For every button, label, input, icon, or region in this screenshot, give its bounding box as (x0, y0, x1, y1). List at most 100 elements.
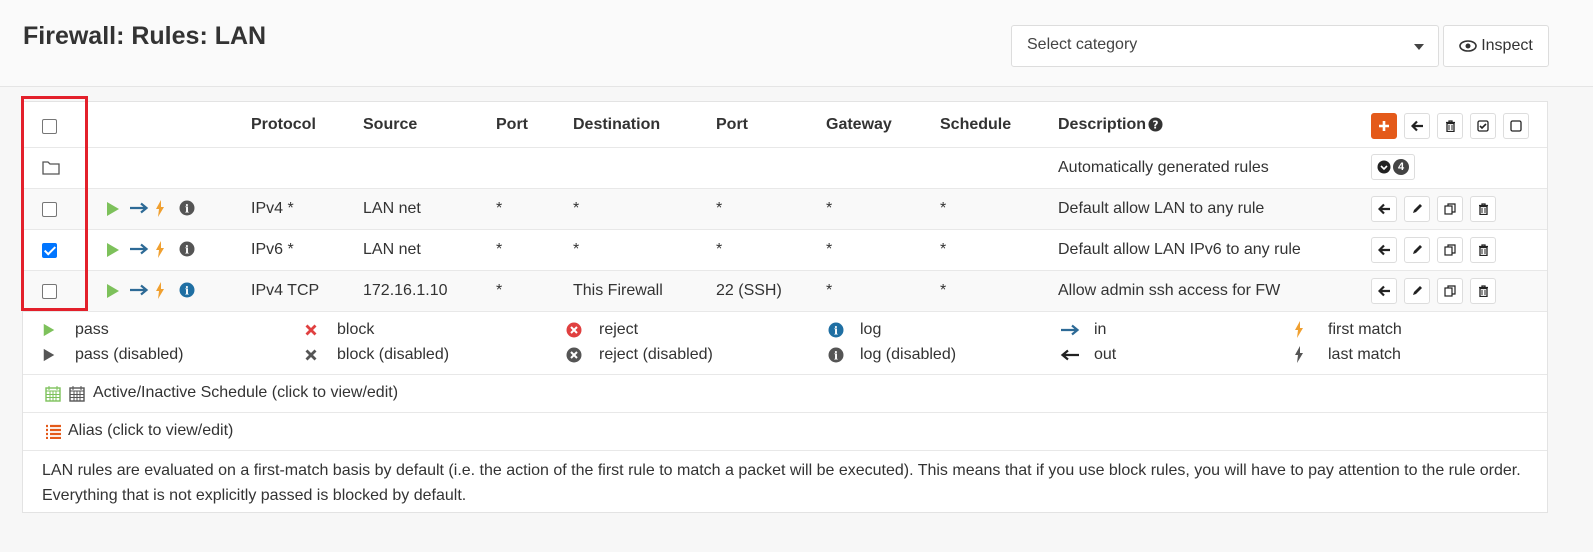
destination-cell: * (573, 241, 580, 258)
svg-text:i: i (834, 325, 838, 338)
info-icon[interactable]: i (179, 200, 195, 216)
enable-selected-button[interactable] (1470, 113, 1496, 139)
first-match-icon (1295, 321, 1303, 338)
disable-selected-button[interactable] (1503, 113, 1529, 139)
clone-rule-button[interactable] (1437, 196, 1463, 222)
edit-rule-button[interactable] (1404, 237, 1430, 263)
help-icon[interactable]: ? (1148, 117, 1163, 132)
category-select[interactable]: Select category (1011, 25, 1439, 67)
last-match-icon (1295, 346, 1303, 363)
block-disabled-icon (305, 349, 317, 361)
clone-icon (1444, 244, 1456, 256)
gateway-cell: * (826, 241, 833, 258)
header-source-port: Port (496, 116, 528, 133)
pencil-icon (1413, 204, 1422, 213)
clone-rule-button[interactable] (1437, 237, 1463, 263)
move-rules-button[interactable] (1404, 113, 1430, 139)
info-icon[interactable]: i (179, 241, 195, 257)
table-row: i IPv4 TCP 172.16.1.10 * This Firewall 2… (23, 271, 1547, 312)
legend-out: out (1094, 346, 1117, 363)
destination-port-cell: 22 (SSH) (716, 282, 782, 299)
direction-in-icon (1061, 324, 1080, 336)
table-row: i IPv4 * LAN net * * * * * Default allow… (23, 189, 1547, 230)
arrow-left-icon (1377, 244, 1390, 256)
delete-selected-button[interactable] (1437, 113, 1463, 139)
source-port-cell: * (496, 200, 503, 217)
source-port-cell: * (496, 241, 503, 258)
direction-out-icon (1060, 349, 1079, 361)
legend-in: in (1094, 321, 1107, 338)
caret-down-icon (1414, 44, 1424, 50)
header-destination: Destination (573, 116, 661, 133)
delete-rule-button[interactable] (1470, 278, 1496, 304)
svg-text:i: i (834, 350, 838, 363)
block-icon (305, 324, 317, 336)
schedule-legend-row: Active/Inactive Schedule (click to view/… (23, 375, 1547, 413)
source-cell: LAN net (363, 241, 421, 258)
info-icon[interactable]: i (179, 282, 195, 298)
protocol-cell: IPv4 TCP (251, 282, 320, 299)
protocol-cell: IPv6 * (251, 241, 294, 258)
schedule-legend-link[interactable]: Active/Inactive Schedule (click to view/… (93, 384, 398, 402)
description-cell: Default allow LAN IPv6 to any rule (1058, 241, 1301, 258)
svg-text:i: i (185, 203, 189, 216)
log-icon: i (828, 322, 844, 338)
plus-icon (1379, 121, 1389, 131)
first-match-icon (156, 241, 164, 258)
page-header: Firewall: Rules: LAN Select category Ins… (0, 0, 1593, 87)
header-protocol: Protocol (251, 116, 316, 133)
source-cell: 172.16.1.10 (363, 282, 448, 299)
trash-icon (1478, 203, 1488, 215)
move-rule-button[interactable] (1371, 237, 1397, 263)
clone-rule-button[interactable] (1437, 278, 1463, 304)
legend-pass: pass (75, 321, 109, 338)
clone-icon (1444, 285, 1456, 297)
auto-rules-count-badge: 4 (1393, 159, 1409, 175)
pass-icon[interactable] (106, 242, 120, 258)
legend-section: pass pass (disabled) block block (disabl… (23, 312, 1547, 375)
legend-log: log (860, 321, 882, 338)
destination-port-cell: * (716, 200, 723, 217)
svg-text:i: i (185, 285, 189, 298)
chevron-circle-down-icon (1377, 160, 1391, 174)
list-icon (46, 424, 61, 439)
alias-legend-row: Alias (click to view/edit) (23, 413, 1547, 451)
clone-icon (1444, 203, 1456, 215)
table-header-row: Protocol Source Port Destination Port Ga… (23, 102, 1547, 148)
protocol-cell: IPv4 * (251, 200, 294, 217)
add-rule-button[interactable] (1371, 113, 1397, 139)
expand-auto-rules-button[interactable]: 4 (1371, 154, 1415, 180)
legend-last-match: last match (1328, 346, 1401, 363)
log-disabled-icon: i (828, 347, 844, 363)
pass-icon[interactable] (106, 201, 120, 217)
pass-icon (43, 323, 55, 337)
arrow-left-icon (1410, 120, 1423, 132)
direction-in-icon (130, 284, 149, 296)
alias-legend-link[interactable]: Alias (click to view/edit) (68, 422, 233, 440)
check-square-icon (1477, 120, 1489, 132)
legend-first-match: first match (1328, 321, 1402, 338)
calendar-active-icon (45, 386, 61, 402)
pass-disabled-icon (43, 348, 55, 362)
inspect-button[interactable]: Inspect (1443, 25, 1549, 67)
move-rule-button[interactable] (1371, 278, 1397, 304)
legend-reject-disabled: reject (disabled) (599, 346, 713, 363)
arrow-left-icon (1377, 285, 1390, 297)
schedule-cell: * (940, 241, 947, 258)
delete-rule-button[interactable] (1470, 237, 1496, 263)
destination-cell: This Firewall (573, 282, 663, 299)
header-schedule: Schedule (940, 116, 1012, 133)
edit-rule-button[interactable] (1404, 196, 1430, 222)
legend-block: block (337, 321, 375, 338)
pass-icon[interactable] (106, 283, 120, 299)
checkbox-column-highlight (21, 96, 88, 311)
table-row: i IPv6 * LAN net * * * * * Default allow… (23, 230, 1547, 271)
source-cell: LAN net (363, 200, 421, 217)
move-rule-button[interactable] (1371, 196, 1397, 222)
edit-rule-button[interactable] (1404, 278, 1430, 304)
svg-text:i: i (185, 244, 189, 257)
source-port-cell: * (496, 282, 503, 299)
rules-evaluation-note: LAN rules are evaluated on a first-match… (42, 462, 1521, 504)
destination-cell: * (573, 200, 580, 217)
delete-rule-button[interactable] (1470, 196, 1496, 222)
